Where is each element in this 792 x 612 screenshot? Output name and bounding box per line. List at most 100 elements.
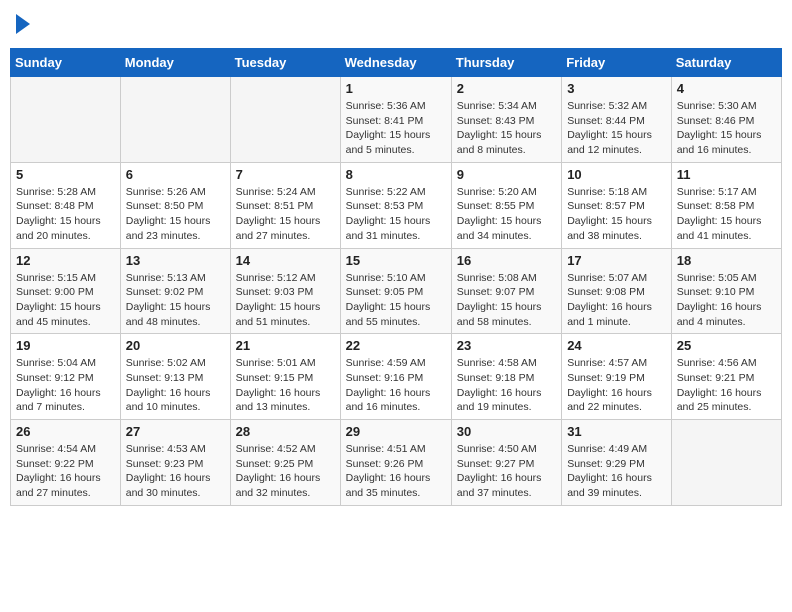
- day-info: Sunrise: 5:22 AM Sunset: 8:53 PM Dayligh…: [346, 185, 446, 244]
- calendar-week-row: 12 Sunrise: 5:15 AM Sunset: 9:00 PM Dayli…: [11, 248, 782, 334]
- calendar-cell: 6 Sunrise: 5:26 AM Sunset: 8:50 PM Daylig…: [120, 162, 230, 248]
- day-number: 31: [567, 424, 666, 439]
- calendar-cell: 14 Sunrise: 5:12 AM Sunset: 9:03 PM Dayli…: [230, 248, 340, 334]
- day-info: Sunrise: 5:34 AM Sunset: 8:43 PM Dayligh…: [457, 99, 556, 158]
- calendar-cell: 3 Sunrise: 5:32 AM Sunset: 8:44 PM Daylig…: [562, 77, 672, 163]
- day-info: Sunrise: 4:50 AM Sunset: 9:27 PM Dayligh…: [457, 442, 556, 501]
- calendar-cell: 8 Sunrise: 5:22 AM Sunset: 8:53 PM Daylig…: [340, 162, 451, 248]
- day-info: Sunrise: 5:02 AM Sunset: 9:13 PM Dayligh…: [126, 356, 225, 415]
- day-info: Sunrise: 5:30 AM Sunset: 8:46 PM Dayligh…: [677, 99, 776, 158]
- day-number: 21: [236, 338, 335, 353]
- day-info: Sunrise: 5:15 AM Sunset: 9:00 PM Dayligh…: [16, 271, 115, 330]
- day-number: 3: [567, 81, 666, 96]
- day-info: Sunrise: 4:53 AM Sunset: 9:23 PM Dayligh…: [126, 442, 225, 501]
- calendar-cell: 30 Sunrise: 4:50 AM Sunset: 9:27 PM Dayli…: [451, 420, 561, 506]
- day-info: Sunrise: 5:04 AM Sunset: 9:12 PM Dayligh…: [16, 356, 115, 415]
- calendar-cell: 22 Sunrise: 4:59 AM Sunset: 9:16 PM Dayli…: [340, 334, 451, 420]
- weekday-header-wednesday: Wednesday: [340, 49, 451, 77]
- day-info: Sunrise: 4:54 AM Sunset: 9:22 PM Dayligh…: [16, 442, 115, 501]
- calendar-cell: 31Sunrise: 4:49 AM Sunset: 9:29 PM Dayli…: [562, 420, 672, 506]
- weekday-header-thursday: Thursday: [451, 49, 561, 77]
- weekday-header-monday: Monday: [120, 49, 230, 77]
- day-info: Sunrise: 4:56 AM Sunset: 9:21 PM Dayligh…: [677, 356, 776, 415]
- calendar-cell: 13Sunrise: 5:13 AM Sunset: 9:02 PM Dayli…: [120, 248, 230, 334]
- calendar-cell: 21 Sunrise: 5:01 AM Sunset: 9:15 PM Dayli…: [230, 334, 340, 420]
- day-number: 20: [126, 338, 225, 353]
- calendar-cell: 23 Sunrise: 4:58 AM Sunset: 9:18 PM Dayli…: [451, 334, 561, 420]
- calendar-cell: 29Sunrise: 4:51 AM Sunset: 9:26 PM Dayli…: [340, 420, 451, 506]
- day-number: 28: [236, 424, 335, 439]
- logo-arrow-icon: [16, 14, 30, 34]
- calendar-cell: 24 Sunrise: 4:57 AM Sunset: 9:19 PM Dayli…: [562, 334, 672, 420]
- day-number: 22: [346, 338, 446, 353]
- day-number: 15: [346, 253, 446, 268]
- calendar-week-row: 1Sunrise: 5:36 AM Sunset: 8:41 PM Daylig…: [11, 77, 782, 163]
- day-info: Sunrise: 5:32 AM Sunset: 8:44 PM Dayligh…: [567, 99, 666, 158]
- day-number: 18: [677, 253, 776, 268]
- day-info: Sunrise: 4:58 AM Sunset: 9:18 PM Dayligh…: [457, 356, 556, 415]
- calendar-week-row: 5Sunrise: 5:28 AM Sunset: 8:48 PM Daylig…: [11, 162, 782, 248]
- calendar-cell: 19 Sunrise: 5:04 AM Sunset: 9:12 PM Dayli…: [11, 334, 121, 420]
- page-header: [10, 10, 782, 40]
- calendar-cell: [11, 77, 121, 163]
- day-info: Sunrise: 5:05 AM Sunset: 9:10 PM Dayligh…: [677, 271, 776, 330]
- calendar-cell: 15Sunrise: 5:10 AM Sunset: 9:05 PM Dayli…: [340, 248, 451, 334]
- calendar-cell: 9 Sunrise: 5:20 AM Sunset: 8:55 PM Daylig…: [451, 162, 561, 248]
- calendar-week-row: 26 Sunrise: 4:54 AM Sunset: 9:22 PM Dayli…: [11, 420, 782, 506]
- logo: [14, 16, 30, 34]
- day-info: Sunrise: 5:28 AM Sunset: 8:48 PM Dayligh…: [16, 185, 115, 244]
- day-info: Sunrise: 5:24 AM Sunset: 8:51 PM Dayligh…: [236, 185, 335, 244]
- day-info: Sunrise: 5:12 AM Sunset: 9:03 PM Dayligh…: [236, 271, 335, 330]
- day-number: 16: [457, 253, 556, 268]
- calendar-cell: 16 Sunrise: 5:08 AM Sunset: 9:07 PM Dayli…: [451, 248, 561, 334]
- day-number: 7: [236, 167, 335, 182]
- day-number: 30: [457, 424, 556, 439]
- day-number: 11: [677, 167, 776, 182]
- calendar-cell: 18 Sunrise: 5:05 AM Sunset: 9:10 PM Dayli…: [671, 248, 781, 334]
- calendar-cell: [120, 77, 230, 163]
- day-info: Sunrise: 5:26 AM Sunset: 8:50 PM Dayligh…: [126, 185, 225, 244]
- calendar-table: SundayMondayTuesdayWednesdayThursdayFrid…: [10, 48, 782, 506]
- day-info: Sunrise: 5:20 AM Sunset: 8:55 PM Dayligh…: [457, 185, 556, 244]
- calendar-cell: 20 Sunrise: 5:02 AM Sunset: 9:13 PM Dayli…: [120, 334, 230, 420]
- day-number: 8: [346, 167, 446, 182]
- day-info: Sunrise: 4:52 AM Sunset: 9:25 PM Dayligh…: [236, 442, 335, 501]
- day-number: 14: [236, 253, 335, 268]
- day-number: 27: [126, 424, 225, 439]
- weekday-header-friday: Friday: [562, 49, 672, 77]
- day-info: Sunrise: 5:18 AM Sunset: 8:57 PM Dayligh…: [567, 185, 666, 244]
- calendar-cell: 25 Sunrise: 4:56 AM Sunset: 9:21 PM Dayli…: [671, 334, 781, 420]
- day-info: Sunrise: 5:01 AM Sunset: 9:15 PM Dayligh…: [236, 356, 335, 415]
- calendar-cell: 4 Sunrise: 5:30 AM Sunset: 8:46 PM Daylig…: [671, 77, 781, 163]
- weekday-header-saturday: Saturday: [671, 49, 781, 77]
- weekday-header-sunday: Sunday: [11, 49, 121, 77]
- day-number: 9: [457, 167, 556, 182]
- day-number: 4: [677, 81, 776, 96]
- calendar-cell: 27 Sunrise: 4:53 AM Sunset: 9:23 PM Dayli…: [120, 420, 230, 506]
- day-number: 12: [16, 253, 115, 268]
- day-number: 26: [16, 424, 115, 439]
- weekday-header-tuesday: Tuesday: [230, 49, 340, 77]
- day-info: Sunrise: 5:36 AM Sunset: 8:41 PM Dayligh…: [346, 99, 446, 158]
- calendar-cell: 17Sunrise: 5:07 AM Sunset: 9:08 PM Dayli…: [562, 248, 672, 334]
- calendar-cell: [230, 77, 340, 163]
- calendar-cell: 11Sunrise: 5:17 AM Sunset: 8:58 PM Dayli…: [671, 162, 781, 248]
- calendar-cell: 28 Sunrise: 4:52 AM Sunset: 9:25 PM Dayli…: [230, 420, 340, 506]
- calendar-cell: 10 Sunrise: 5:18 AM Sunset: 8:57 PM Dayli…: [562, 162, 672, 248]
- day-number: 24: [567, 338, 666, 353]
- day-number: 19: [16, 338, 115, 353]
- day-number: 17: [567, 253, 666, 268]
- day-number: 23: [457, 338, 556, 353]
- day-number: 10: [567, 167, 666, 182]
- day-info: Sunrise: 5:13 AM Sunset: 9:02 PM Dayligh…: [126, 271, 225, 330]
- day-number: 25: [677, 338, 776, 353]
- calendar-cell: 2Sunrise: 5:34 AM Sunset: 8:43 PM Daylig…: [451, 77, 561, 163]
- day-info: Sunrise: 4:51 AM Sunset: 9:26 PM Dayligh…: [346, 442, 446, 501]
- day-info: Sunrise: 4:59 AM Sunset: 9:16 PM Dayligh…: [346, 356, 446, 415]
- calendar-cell: 12 Sunrise: 5:15 AM Sunset: 9:00 PM Dayli…: [11, 248, 121, 334]
- calendar-cell: 7 Sunrise: 5:24 AM Sunset: 8:51 PM Daylig…: [230, 162, 340, 248]
- calendar-cell: [671, 420, 781, 506]
- day-number: 6: [126, 167, 225, 182]
- day-info: Sunrise: 4:57 AM Sunset: 9:19 PM Dayligh…: [567, 356, 666, 415]
- day-info: Sunrise: 5:08 AM Sunset: 9:07 PM Dayligh…: [457, 271, 556, 330]
